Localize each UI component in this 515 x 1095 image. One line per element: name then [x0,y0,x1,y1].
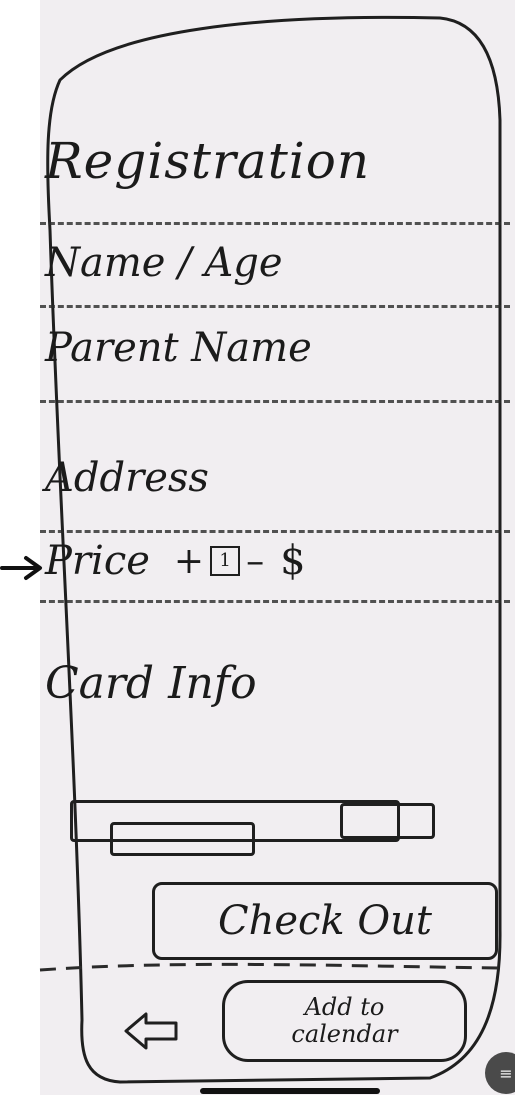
back-arrow-icon[interactable] [122,1010,182,1052]
checkout-button-label: Check Out [217,898,433,944]
divider [40,400,510,403]
increase-quantity-button[interactable]: + [174,541,204,582]
right-arrow-icon [0,556,42,580]
name-age-field[interactable]: Name / Age [45,240,283,286]
quantity-stepper: + 1 – [174,541,264,582]
divider [40,305,510,308]
add-to-calendar-button[interactable]: Add to calendar [222,980,467,1062]
divider [40,222,510,225]
card-cvv-input[interactable] [340,803,435,839]
add-to-calendar-label-line1: Add to [304,993,385,1021]
card-expiry-input[interactable] [110,822,255,856]
page-title: Registration [45,132,371,190]
price-value: $ [280,538,306,584]
card-info-label: Card Info [45,658,257,709]
price-label: Price [45,538,150,584]
add-to-calendar-label-line2: calendar [291,1020,398,1048]
address-field[interactable]: Address [45,455,209,501]
quantity-value: 1 [210,546,241,576]
decrease-quantity-button[interactable]: – [246,541,264,582]
divider [40,530,510,533]
price-row: Price + 1 – $ [45,538,306,584]
divider [40,600,510,603]
home-indicator[interactable] [200,1088,380,1094]
checkout-button[interactable]: Check Out [152,882,498,960]
parent-name-field[interactable]: Parent Name [45,325,312,371]
